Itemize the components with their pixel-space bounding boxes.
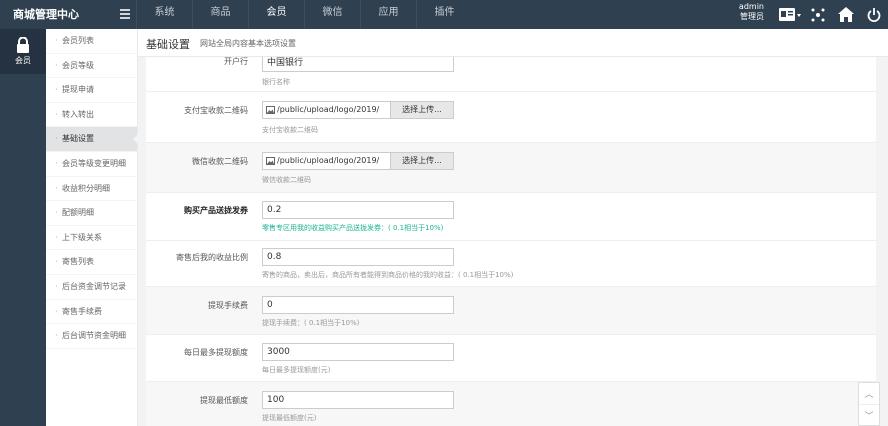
scroll-down-button[interactable]: ﹀ <box>859 404 879 425</box>
wechat-qr-path[interactable]: /public/upload/logo/2019/ <box>277 153 390 169</box>
consign-ratio-input[interactable]: 0.8 <box>262 248 454 266</box>
consign-ratio-label: 寄售后我的收益比例 <box>176 253 248 262</box>
id-card-icon <box>779 7 801 21</box>
form-row-consign-ratio: 寄售后我的收益比例 0.8 寄售的商品，卖出后，商品所有者能得到商品价格的我的收… <box>146 241 876 287</box>
bank-help: 银行名称 <box>262 78 290 86</box>
brand-title: 商城管理中心 <box>13 8 79 21</box>
sidebar-item-member-levels[interactable]: 会员等级 <box>46 54 137 79</box>
sidebar-item-level-changes[interactable]: 会员等级变更明细 <box>46 152 137 177</box>
bank-label: 开户行 <box>224 57 248 66</box>
sidebar-item-earnings-points[interactable]: 收益积分明细 <box>46 177 137 202</box>
sidebar-item-transfers[interactable]: 转入转出 <box>46 103 137 128</box>
daily-max-input[interactable]: 3000 <box>262 343 454 361</box>
purchase-coupon-help: 零售专区用我的收益购买产品送拢发券：( 0.1相当于10%) <box>262 224 444 232</box>
rail-item-members[interactable]: 会员 <box>0 29 46 74</box>
chevron-up-icon: ︿ <box>864 390 874 400</box>
daily-max-help: 每日最多提现额度(元) <box>262 366 331 374</box>
icon-rail: 会员 <box>0 29 46 426</box>
admin-name: admin <box>738 2 764 11</box>
network-icon-button[interactable] <box>804 0 832 29</box>
admin-role: 管理员 <box>740 12 764 21</box>
min-withdraw-help: 提现最低额度(元) <box>262 414 317 422</box>
withdraw-fee-label: 提现手续费 <box>208 301 248 310</box>
sidebar-item-withdraw-requests[interactable]: 提现申请 <box>46 78 137 103</box>
alipay-qr-label: 支付宝收款二维码 <box>184 106 248 115</box>
admin-account[interactable]: admin 管理员 <box>728 2 764 22</box>
form-row-daily-max: 每日最多提现额度 3000 每日最多提现额度(元) <box>146 335 876 382</box>
form-row-wechat-qr: 微信收款二维码 /public/upload/logo/2019/ 选择上传..… <box>146 143 876 193</box>
menu-toggle-icon[interactable] <box>120 9 130 19</box>
nav-plugins[interactable]: 插件 <box>416 0 472 29</box>
sidebar-item-basic-settings[interactable]: 基础设置 <box>46 127 138 152</box>
home-button[interactable] <box>832 0 860 29</box>
purchase-coupon-input[interactable]: 0.2 <box>262 201 454 219</box>
nav-apps[interactable]: 应用 <box>360 0 416 29</box>
withdraw-fee-help: 提现手续费：( 0.1相当于10%) <box>262 319 360 327</box>
sidebar-item-fund-adjust-details[interactable]: 后台调节资金明细 <box>46 324 137 349</box>
withdraw-fee-input[interactable]: 0 <box>262 296 454 314</box>
form-row-withdraw-fee: 提现手续费 0 提现手续费：( 0.1相当于10%) <box>146 287 876 335</box>
top-navbar: 商城管理中心 系统 商品 会员 微信 应用 插件 admin 管理员 <box>0 0 888 29</box>
alipay-qr-path[interactable]: /public/upload/logo/2019/ <box>277 102 390 118</box>
sidebar-item-fund-adjust-log[interactable]: 后台资金调节记录 <box>46 275 137 300</box>
alipay-qr-upload-button[interactable]: 选择上传... <box>390 102 453 118</box>
sidebar-item-consignments[interactable]: 寄售列表 <box>46 250 137 275</box>
page-header: 基础设置 网站全局内容基本选项设置 <box>138 29 888 57</box>
wechat-qr-upload-button[interactable]: 选择上传... <box>390 153 453 169</box>
sidebar-item-member-list[interactable]: 会员列表 <box>46 29 137 54</box>
scroll-buttons: ︿ ﹀ <box>858 382 880 426</box>
nav-goods[interactable]: 商品 <box>192 0 248 29</box>
purchase-coupon-label: 购买产品送拢发券 <box>184 206 248 215</box>
min-withdraw-input[interactable]: 100 <box>262 391 454 409</box>
wechat-qr-upload: /public/upload/logo/2019/ 选择上传... <box>262 152 454 170</box>
image-icon <box>263 102 277 118</box>
nav-wechat[interactable]: 微信 <box>304 0 360 29</box>
home-icon <box>838 7 854 22</box>
scroll-up-button[interactable]: ︿ <box>859 383 879 404</box>
lock-icon <box>17 37 29 53</box>
top-icons <box>776 0 888 29</box>
network-icon <box>811 8 825 21</box>
page-title: 基础设置 <box>146 38 190 51</box>
logout-button[interactable] <box>860 0 888 29</box>
main-nav: 系统 商品 会员 微信 应用 插件 <box>136 0 472 29</box>
daily-max-label: 每日最多提现额度 <box>184 348 248 357</box>
sidebar-submenu: 会员列表 会员等级 提现申请 转入转出 基础设置 会员等级变更明细 收益积分明细… <box>46 29 138 426</box>
form-row-bank: 开户行 中国银行 银行名称 <box>146 57 876 92</box>
nav-system[interactable]: 系统 <box>136 0 192 29</box>
alipay-qr-help: 支付宝收款二维码 <box>262 126 318 134</box>
min-withdraw-label: 提现最低额度 <box>200 396 248 405</box>
sidebar-item-consign-fees[interactable]: 寄售手续费 <box>46 300 137 325</box>
settings-form: 开户行 中国银行 银行名称 支付宝收款二维码 /public/upload/lo… <box>146 57 876 426</box>
chevron-down-icon: ﹀ <box>864 411 874 422</box>
page-description: 网站全局内容基本选项设置 <box>200 39 296 48</box>
power-icon <box>867 7 881 22</box>
form-row-min-withdraw: 提现最低额度 100 提现最低额度(元) <box>146 382 876 426</box>
wechat-qr-help: 微信收款二维码 <box>262 176 311 184</box>
form-row-purchase-coupon: 购买产品送拢发券 0.2 零售专区用我的收益购买产品送拢发券：( 0.1相当于1… <box>146 193 876 241</box>
alipay-qr-upload: /public/upload/logo/2019/ 选择上传... <box>262 101 454 119</box>
nav-members[interactable]: 会员 <box>248 0 304 29</box>
form-row-alipay-qr: 支付宝收款二维码 /public/upload/logo/2019/ 选择上传.… <box>146 92 876 143</box>
rail-item-label: 会员 <box>15 56 31 65</box>
consign-ratio-help: 寄售的商品，卖出后，商品所有者能得到商品价格的我的收益：( 0.1相当于10%) <box>262 271 514 279</box>
sidebar-item-hierarchy[interactable]: 上下级关系 <box>46 226 137 251</box>
image-icon <box>263 153 277 169</box>
sidebar-item-quota-details[interactable]: 配额明细 <box>46 201 137 226</box>
id-card-dropdown[interactable] <box>776 0 804 29</box>
wechat-qr-label: 微信收款二维码 <box>192 157 248 166</box>
bank-input[interactable]: 中国银行 <box>262 57 454 72</box>
